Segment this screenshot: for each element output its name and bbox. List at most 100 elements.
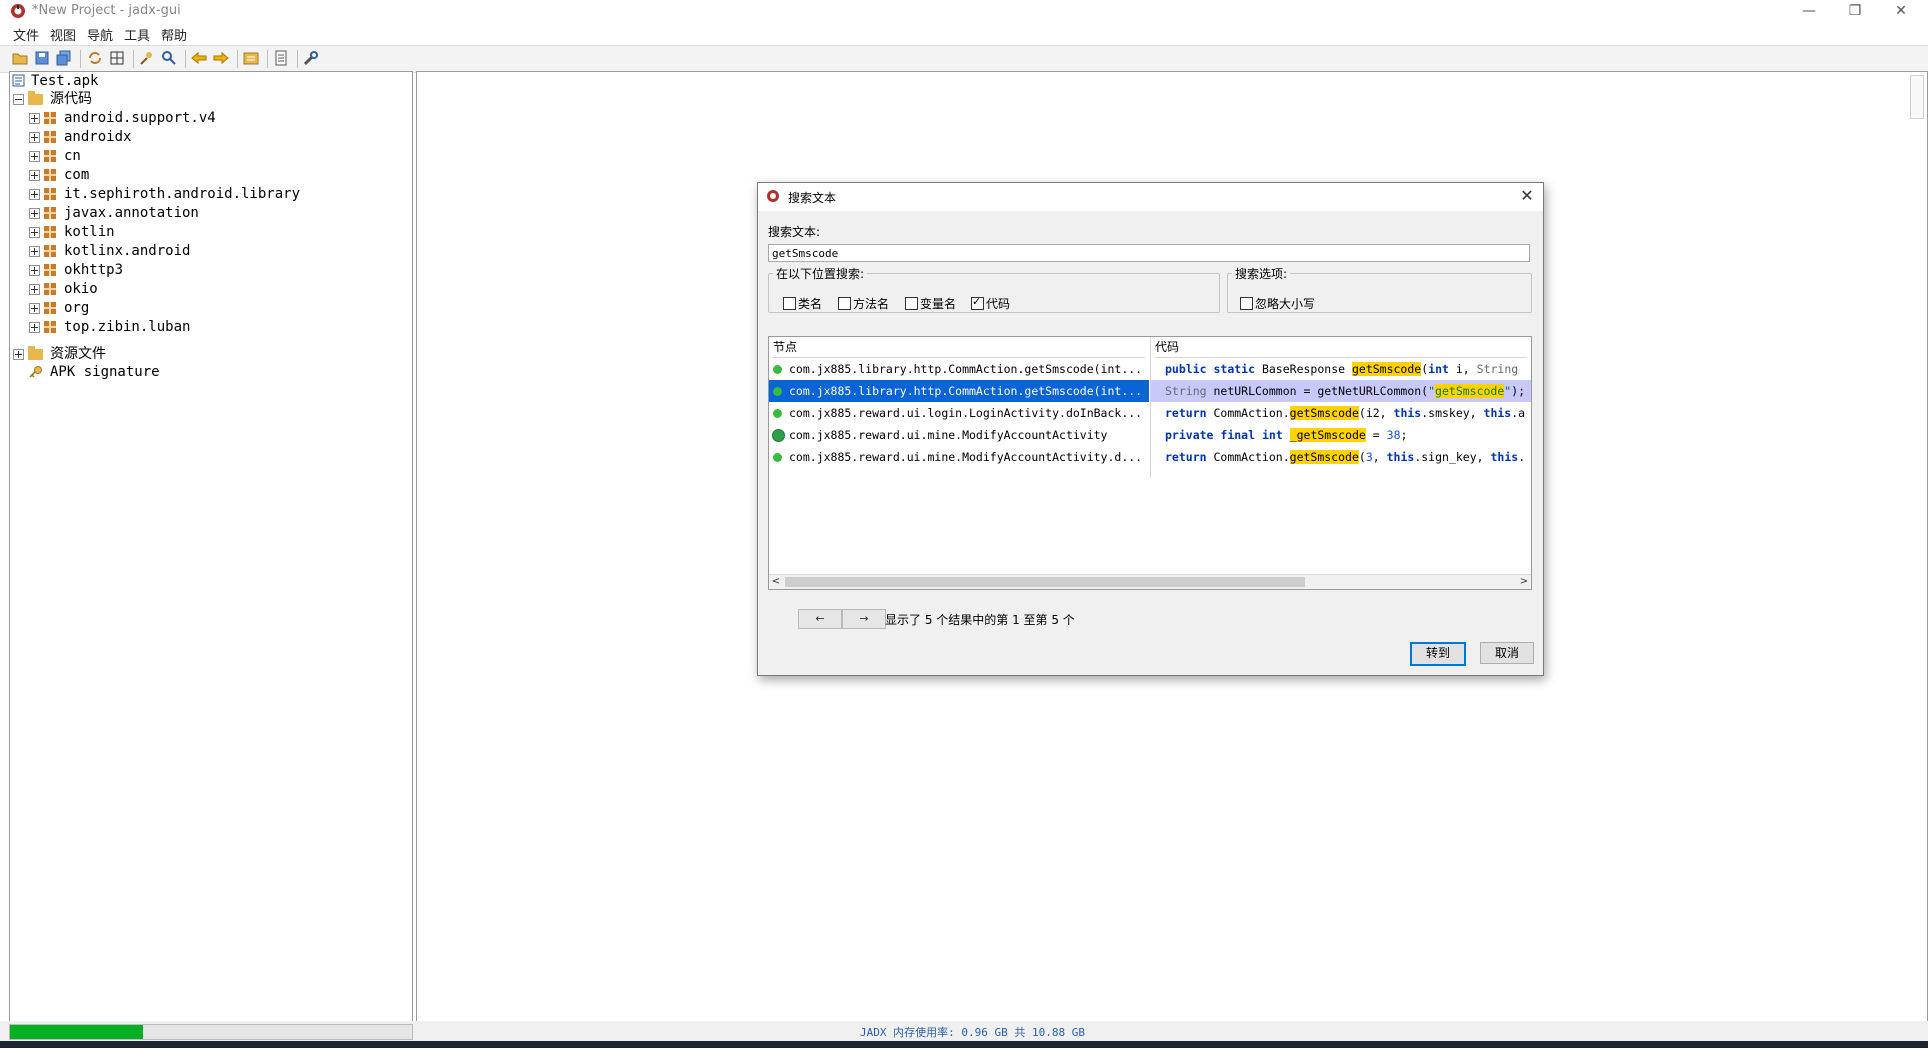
expand-icon[interactable] bbox=[29, 132, 40, 143]
expand-icon[interactable] bbox=[29, 322, 40, 333]
menu-help[interactable]: 帮助 bbox=[161, 25, 187, 44]
tree-package-item[interactable]: android.support.v4 bbox=[28, 109, 408, 127]
expand-icon[interactable] bbox=[29, 113, 40, 124]
close-window-button[interactable]: ✕ bbox=[1878, 0, 1924, 22]
save-icon[interactable] bbox=[33, 49, 51, 67]
code-cell[interactable]: return CommAction.getSmscode(i2, this.sm… bbox=[1151, 402, 1531, 424]
checkbox-method-name[interactable]: 方法名 bbox=[838, 295, 889, 312]
goto-button[interactable]: 转到 bbox=[1410, 642, 1466, 666]
checkbox-code[interactable]: 代码 bbox=[971, 295, 1010, 312]
tree-package-item[interactable]: javax.annotation bbox=[28, 204, 408, 222]
key-icon bbox=[29, 366, 42, 378]
package-label: it.sephiroth.android.library bbox=[64, 186, 301, 202]
dialog-title: 搜索文本 bbox=[788, 191, 837, 205]
expand-icon[interactable] bbox=[29, 208, 40, 219]
menu-view[interactable]: 视图 bbox=[50, 25, 76, 44]
tree-package-item[interactable]: kotlinx.android bbox=[28, 242, 408, 260]
expand-icon[interactable] bbox=[29, 189, 40, 200]
dialog-close-icon[interactable]: ✕ bbox=[1517, 186, 1537, 206]
editor-scrollbar[interactable] bbox=[1910, 75, 1924, 119]
node-cell[interactable]: com.jx885.library.http.CommAction.getSms… bbox=[769, 358, 1149, 380]
code-cell[interactable]: String netURLCommon = getNetURLCommon("g… bbox=[1151, 380, 1531, 402]
checkbox-class-name[interactable]: 类名 bbox=[783, 295, 822, 312]
tree-node-resources[interactable]: 资源文件 bbox=[12, 345, 312, 363]
table-row[interactable]: com.jx885.reward.ui.mine.ModifyAccountAc… bbox=[769, 424, 1531, 446]
expand-icon[interactable] bbox=[29, 284, 40, 295]
tree-package-item[interactable]: com bbox=[28, 166, 408, 184]
tree-node-sources[interactable]: 源代码 bbox=[12, 90, 312, 108]
scroll-right-icon[interactable]: > bbox=[1517, 575, 1531, 589]
checkbox-box[interactable] bbox=[838, 297, 851, 310]
node-cell[interactable]: com.jx885.reward.ui.mine.ModifyAccountAc… bbox=[769, 446, 1149, 468]
expand-icon[interactable] bbox=[29, 170, 40, 181]
back-icon[interactable] bbox=[190, 49, 208, 67]
log-icon[interactable] bbox=[242, 49, 260, 67]
menu-tools[interactable]: 工具 bbox=[124, 25, 150, 44]
find-icon[interactable] bbox=[160, 49, 178, 67]
table-row[interactable]: com.jx885.library.http.CommAction.getSms… bbox=[769, 358, 1531, 380]
node-text: com.jx885.library.http.CommAction.getSms… bbox=[789, 362, 1143, 376]
horizontal-scrollbar[interactable]: < > bbox=[769, 574, 1531, 589]
tree-package-item[interactable]: cn bbox=[28, 147, 408, 165]
expand-icon[interactable] bbox=[29, 227, 40, 238]
checkbox-box[interactable] bbox=[971, 295, 984, 310]
table-row[interactable]: com.jx885.library.http.CommAction.getSms… bbox=[769, 380, 1531, 402]
package-icon bbox=[44, 207, 56, 219]
expand-icon[interactable] bbox=[29, 265, 40, 276]
checkbox-variable-name[interactable]: 变量名 bbox=[905, 295, 956, 312]
tree-package-item[interactable]: top.zibin.luban bbox=[28, 318, 408, 336]
tree-package-item[interactable]: okhttp3 bbox=[28, 261, 408, 279]
table-row[interactable]: com.jx885.reward.ui.login.LoginActivity.… bbox=[769, 402, 1531, 424]
node-cell[interactable]: com.jx885.reward.ui.login.LoginActivity.… bbox=[769, 402, 1149, 424]
expand-icon[interactable] bbox=[13, 349, 24, 360]
package-icon bbox=[44, 188, 56, 200]
tree-package-item[interactable]: it.sephiroth.android.library bbox=[28, 185, 408, 203]
code-cell[interactable]: private final int _getSmscode = 38; bbox=[1151, 424, 1531, 446]
node-text: com.jx885.reward.ui.mine.ModifyAccountAc… bbox=[789, 428, 1108, 442]
checkbox-box[interactable] bbox=[1240, 297, 1253, 310]
cancel-button[interactable]: 取消 bbox=[1480, 642, 1534, 664]
checkbox-box[interactable] bbox=[905, 297, 918, 310]
restore-button[interactable]: ❐ bbox=[1832, 0, 1878, 22]
menu-navigation[interactable]: 导航 bbox=[87, 25, 113, 44]
column-header-code[interactable]: 代码 bbox=[1155, 337, 1527, 358]
search-input[interactable]: getSmscode bbox=[768, 244, 1530, 262]
expand-icon[interactable] bbox=[29, 303, 40, 314]
folder-icon bbox=[28, 346, 43, 360]
node-cell[interactable]: com.jx885.reward.ui.mine.ModifyAccountAc… bbox=[769, 424, 1149, 446]
prev-page-button[interactable]: ← bbox=[798, 609, 842, 629]
settings-icon[interactable] bbox=[302, 49, 320, 67]
tree-package-item[interactable]: org bbox=[28, 299, 408, 317]
table-row[interactable]: com.jx885.reward.ui.mine.ModifyAccountAc… bbox=[769, 446, 1531, 468]
checkbox-box[interactable] bbox=[783, 297, 796, 310]
package-icon bbox=[44, 321, 56, 333]
preferences-icon[interactable] bbox=[272, 49, 290, 67]
forward-icon[interactable] bbox=[212, 49, 230, 67]
toolbar-separator bbox=[267, 50, 268, 68]
minimize-button[interactable]: — bbox=[1786, 0, 1832, 22]
sync-icon[interactable] bbox=[86, 49, 104, 67]
column-header-node[interactable]: 节点 bbox=[773, 337, 1145, 358]
search-icon[interactable] bbox=[138, 49, 156, 67]
save-all-icon[interactable] bbox=[55, 49, 73, 67]
tree-package-item[interactable]: okio bbox=[28, 280, 408, 298]
node-cell[interactable]: com.jx885.library.http.CommAction.getSms… bbox=[769, 380, 1149, 402]
expand-icon[interactable] bbox=[29, 151, 40, 162]
method-icon bbox=[773, 409, 782, 418]
menu-file[interactable]: 文件 bbox=[13, 25, 39, 44]
tree-package-item[interactable]: kotlin bbox=[28, 223, 408, 241]
code-cell[interactable]: public static BaseResponse getSmscode(in… bbox=[1151, 358, 1531, 380]
checkbox-ignore-case[interactable]: 忽略大小写 bbox=[1240, 295, 1315, 312]
tree-root-label: Test.apk bbox=[31, 73, 99, 89]
tree-package-item[interactable]: androidx bbox=[28, 128, 408, 146]
open-icon[interactable] bbox=[11, 49, 29, 67]
expand-icon[interactable] bbox=[29, 246, 40, 257]
deobfuscate-icon[interactable] bbox=[108, 49, 126, 67]
scroll-thumb[interactable] bbox=[785, 577, 1305, 587]
collapse-icon[interactable] bbox=[13, 94, 24, 105]
code-cell[interactable]: return CommAction.getSmscode(3, this.sig… bbox=[1151, 446, 1531, 468]
next-page-button[interactable]: → bbox=[842, 609, 886, 629]
scroll-left-icon[interactable]: < bbox=[769, 575, 783, 589]
tree-node-signature[interactable]: APK signature bbox=[12, 363, 312, 381]
checkbox-label: 变量名 bbox=[920, 297, 957, 311]
